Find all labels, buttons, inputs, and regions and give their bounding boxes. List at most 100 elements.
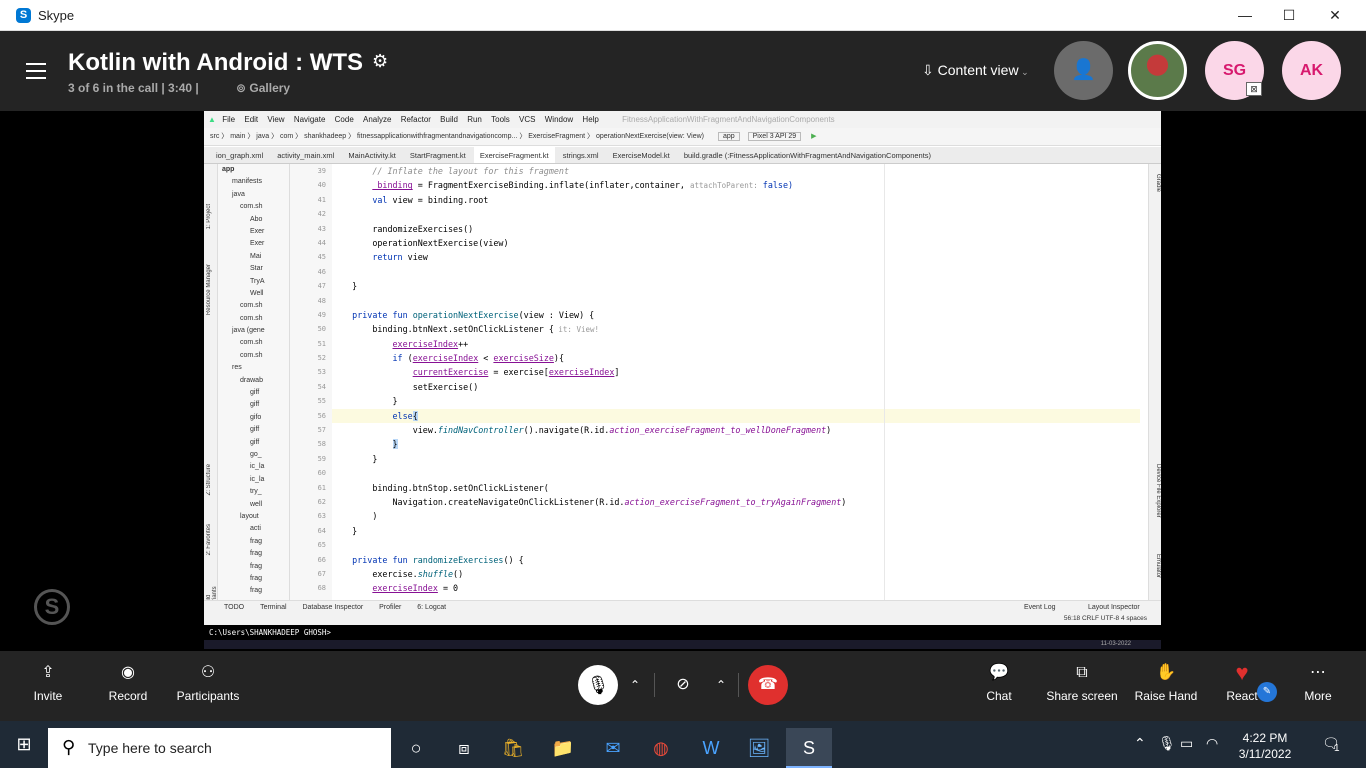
ide-menu-vcs[interactable]: VCS bbox=[519, 111, 535, 128]
taskbar-search-box[interactable]: ⚲ Type here to search bbox=[48, 728, 391, 768]
tree-node[interactable]: Well bbox=[218, 288, 289, 300]
ide-menu-run[interactable]: Run bbox=[467, 111, 482, 128]
tree-node[interactable]: java bbox=[218, 189, 289, 201]
tree-node[interactable]: Exer bbox=[218, 238, 289, 250]
raise-hand-button[interactable]: ✋ Raise Hand bbox=[1132, 651, 1200, 721]
tree-node[interactable]: app bbox=[218, 164, 289, 176]
mic-options-chevron-up-icon[interactable]: ⌃ bbox=[624, 675, 646, 695]
menu-icon[interactable] bbox=[26, 63, 46, 79]
cortana-icon[interactable]: ○ bbox=[393, 728, 439, 768]
wifi-icon[interactable]: ◠ bbox=[1206, 735, 1218, 752]
editor-tab[interactable]: ExerciseModel.kt bbox=[607, 147, 676, 163]
ide-breadcrumb[interactable]: src 〉 main 〉 java 〉 com 〉 shankhadeep 〉 … bbox=[210, 133, 704, 140]
tree-node[interactable]: giff bbox=[218, 437, 289, 449]
store-icon[interactable]: 🛍 bbox=[490, 728, 536, 768]
mail-icon[interactable]: ✉ bbox=[590, 728, 636, 768]
editor-tab[interactable]: StartFragment.kt bbox=[404, 147, 472, 163]
tree-node[interactable]: well bbox=[218, 499, 289, 511]
tree-node[interactable]: com.sh bbox=[218, 300, 289, 312]
file-explorer-icon[interactable]: 📁 bbox=[540, 728, 586, 768]
ide-menu-build[interactable]: Build bbox=[440, 111, 458, 128]
tree-node[interactable]: ic_la bbox=[218, 474, 289, 486]
tree-node[interactable]: giff bbox=[218, 424, 289, 436]
ide-menu-refactor[interactable]: Refactor bbox=[401, 111, 431, 128]
tree-node[interactable]: frag bbox=[218, 573, 289, 585]
ide-menu-navigate[interactable]: Navigate bbox=[294, 111, 326, 128]
pen-icon[interactable]: ✎ bbox=[1257, 682, 1277, 702]
tree-node[interactable]: manifests bbox=[218, 176, 289, 188]
editor-tab[interactable]: activity_main.xml bbox=[271, 147, 340, 163]
editor-tab[interactable]: strings.xml bbox=[557, 147, 605, 163]
tree-node[interactable]: ic_la bbox=[218, 461, 289, 473]
skype-taskbar-icon[interactable]: S bbox=[786, 728, 832, 768]
participant-avatar-ak[interactable]: AK bbox=[1282, 41, 1341, 100]
device-dropdown[interactable]: Pixel 3 API 29 bbox=[747, 132, 802, 141]
tool-emulator[interactable]: Emulator bbox=[1151, 554, 1161, 578]
tree-node[interactable]: java (gene bbox=[218, 325, 289, 337]
record-button[interactable]: ◉ Record bbox=[100, 651, 156, 721]
ide-menu-analyze[interactable]: Analyze bbox=[363, 111, 391, 128]
tree-node[interactable]: frag bbox=[218, 548, 289, 560]
gallery-button[interactable]: ⊚ Gallery bbox=[236, 81, 290, 95]
tree-node[interactable]: layout bbox=[218, 511, 289, 523]
tree-node[interactable]: go_ bbox=[218, 449, 289, 461]
code-editor[interactable]: // Inflate the layout for this fragment … bbox=[332, 164, 1140, 608]
share-screen-button[interactable]: ⧉ Share screen bbox=[1044, 651, 1120, 721]
tree-node[interactable]: giff bbox=[218, 387, 289, 399]
ide-menu-help[interactable]: Help bbox=[582, 111, 598, 128]
chat-button[interactable]: 💬 Chat bbox=[974, 651, 1024, 721]
tree-node[interactable]: try_ bbox=[218, 486, 289, 498]
tree-node[interactable]: frag bbox=[218, 536, 289, 548]
ide-menu-file[interactable]: File bbox=[222, 111, 235, 128]
tree-node[interactable]: giff bbox=[218, 399, 289, 411]
microphone-tray-icon[interactable]: 🎙 bbox=[1158, 735, 1176, 752]
editor-tab[interactable]: MainActivity.kt bbox=[342, 147, 401, 163]
tree-node[interactable]: drawab bbox=[218, 375, 289, 387]
ide-menu-edit[interactable]: Edit bbox=[244, 111, 258, 128]
tree-node[interactable]: com.sh bbox=[218, 337, 289, 349]
word-icon[interactable]: W bbox=[688, 728, 734, 768]
run-config-dropdown[interactable]: app bbox=[717, 132, 740, 141]
settings-gear-icon[interactable]: ⚙ bbox=[372, 51, 388, 72]
tree-node[interactable]: Exer bbox=[218, 226, 289, 238]
end-call-button[interactable]: ☎ bbox=[748, 665, 788, 705]
tool-structure[interactable]: Z: Structure bbox=[206, 464, 216, 495]
task-view-icon[interactable]: ⧈ bbox=[441, 728, 487, 768]
tool-gradle[interactable]: Gradle bbox=[1151, 174, 1161, 192]
tree-node[interactable]: gifo bbox=[218, 412, 289, 424]
tree-node[interactable]: acti bbox=[218, 523, 289, 535]
photos-icon[interactable]: 🖼 bbox=[736, 728, 782, 768]
ide-menu-view[interactable]: View bbox=[267, 111, 284, 128]
tree-node[interactable]: res bbox=[218, 362, 289, 374]
ide-menu-window[interactable]: Window bbox=[545, 111, 573, 128]
editor-tab[interactable]: build.gradle (:FitnessApplicationWithFra… bbox=[678, 147, 937, 163]
tree-node[interactable]: TryA bbox=[218, 276, 289, 288]
tool-project[interactable]: 1: Project bbox=[206, 204, 216, 229]
tree-node[interactable]: Mai bbox=[218, 251, 289, 263]
participants-button[interactable]: ⚇ Participants bbox=[172, 651, 244, 721]
ide-menu-tools[interactable]: Tools bbox=[491, 111, 510, 128]
tree-node[interactable]: frag bbox=[218, 585, 289, 597]
tree-node[interactable]: frag bbox=[218, 561, 289, 573]
participant-avatar-photo[interactable] bbox=[1128, 41, 1187, 100]
tool-favorites[interactable]: 2: Favorites bbox=[206, 524, 216, 555]
add-participant-button[interactable]: 👤 bbox=[1054, 41, 1113, 100]
microphone-button[interactable]: 🎙 bbox=[578, 665, 618, 705]
content-view-dropdown[interactable]: ⇩ Content view ⌄ bbox=[922, 62, 1029, 79]
maximize-button[interactable]: ☐ bbox=[1266, 0, 1312, 31]
editor-tab-active[interactable]: ExerciseFragment.kt bbox=[473, 147, 555, 163]
tree-node[interactable]: Star bbox=[218, 263, 289, 275]
clock[interactable]: 4:22 PM 3/11/2022 bbox=[1228, 730, 1302, 762]
more-button[interactable]: ⋯ More bbox=[1296, 651, 1340, 721]
battery-icon[interactable]: ▭ bbox=[1180, 735, 1193, 752]
camera-off-button[interactable]: ⊘ bbox=[668, 671, 698, 699]
ide-menu-code[interactable]: Code bbox=[335, 111, 354, 128]
tree-node[interactable]: Abo bbox=[218, 214, 289, 226]
windows-start-icon[interactable]: ⊞ bbox=[0, 721, 48, 768]
chevron-up-icon[interactable]: ⌃ bbox=[1134, 735, 1146, 752]
tree-node[interactable]: com.sh bbox=[218, 313, 289, 325]
terminal-prompt[interactable]: C:\Users\SHANKHADEEP GHOSH> bbox=[204, 625, 1161, 640]
tool-device-file-explorer[interactable]: Device File Explorer bbox=[1151, 464, 1161, 518]
chrome-icon[interactable]: ◍ bbox=[638, 728, 684, 768]
tool-resource-manager[interactable]: Resource Manager bbox=[206, 264, 216, 315]
